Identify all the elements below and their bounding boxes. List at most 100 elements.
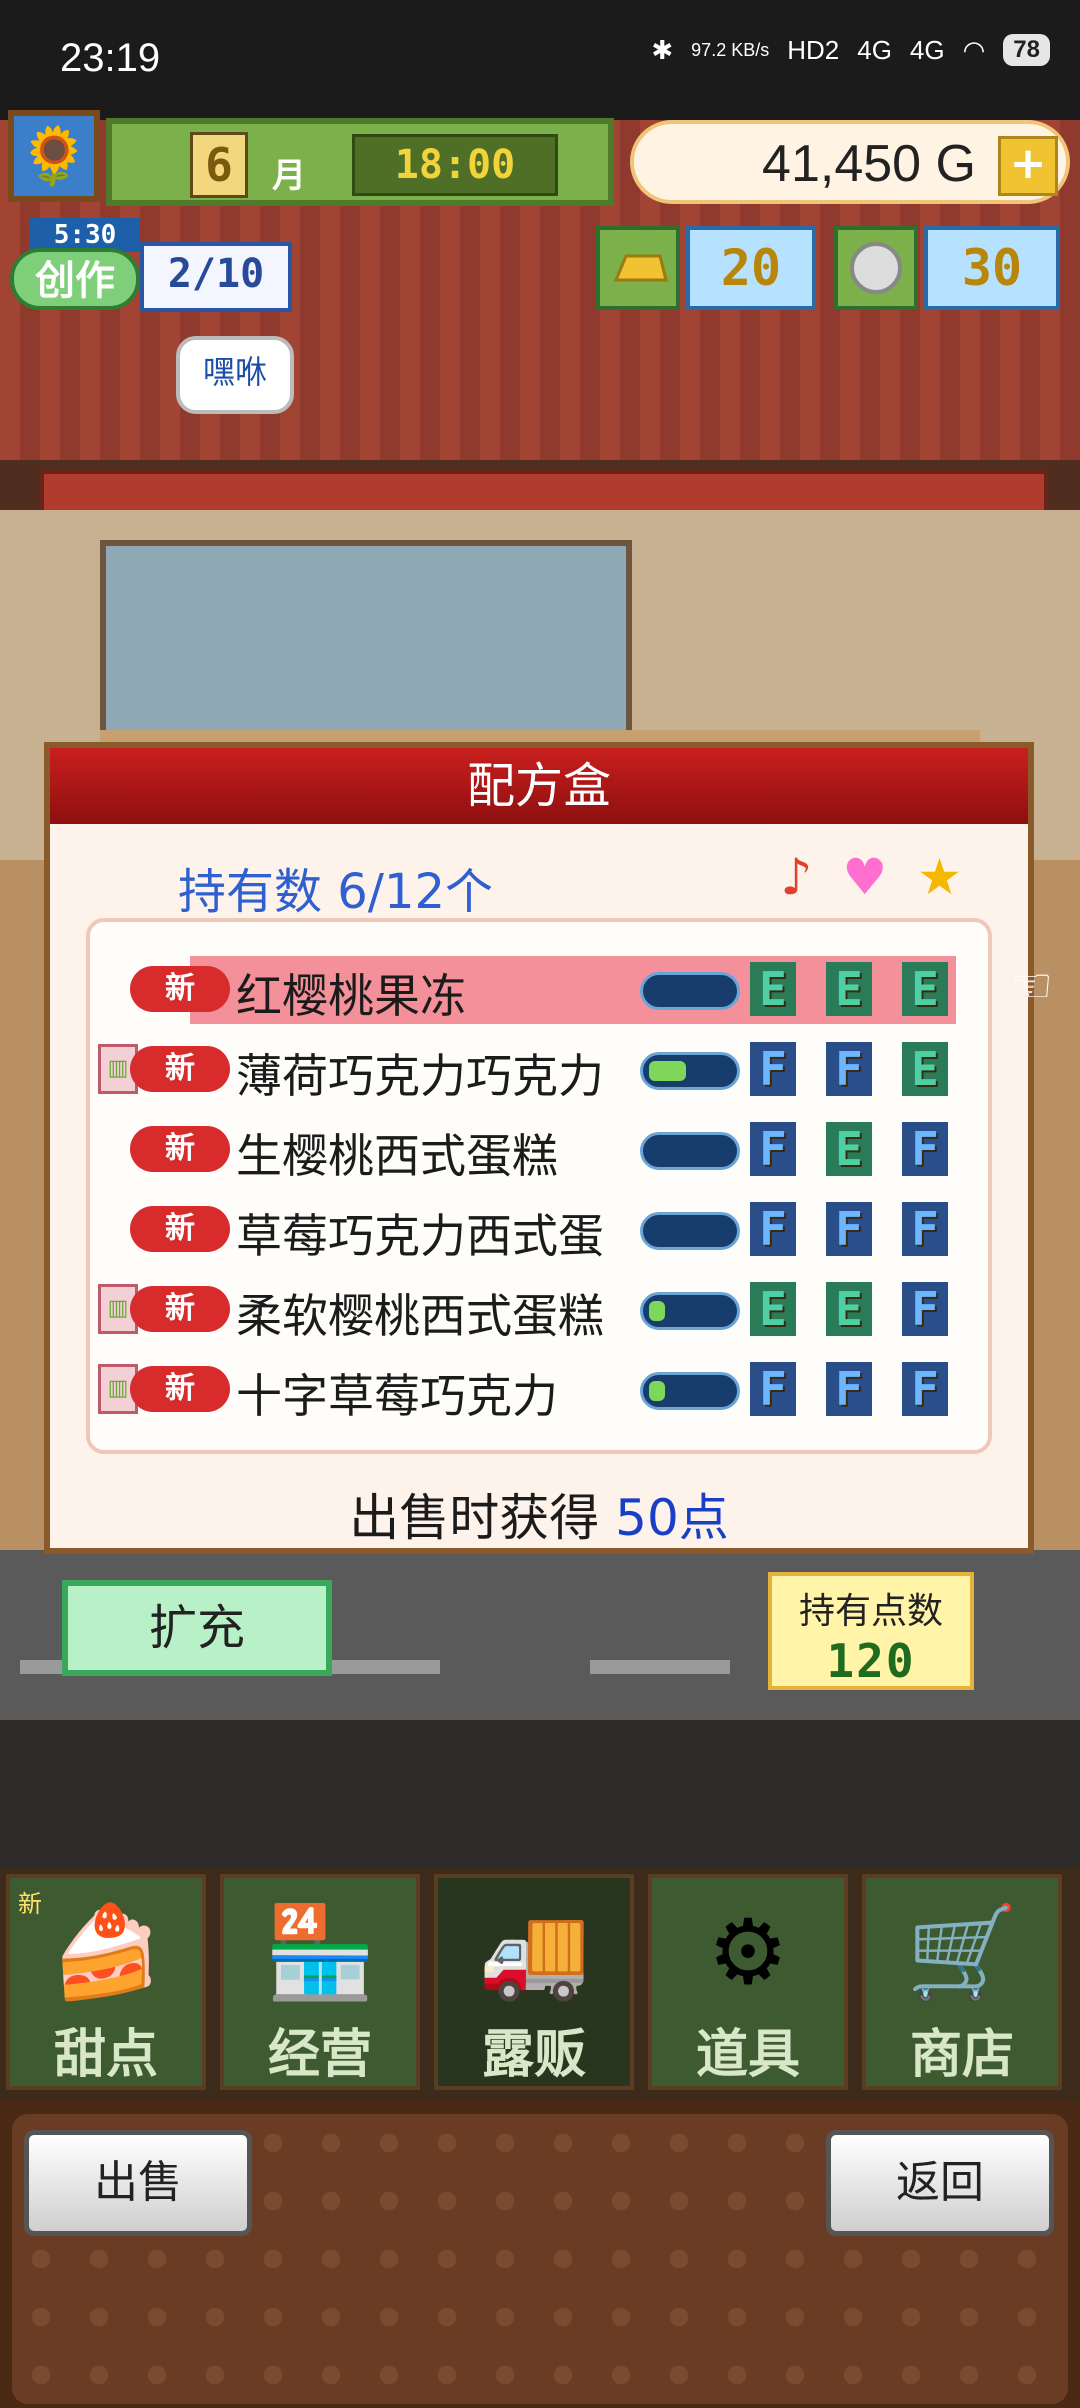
grade-badge: F [750, 1042, 796, 1096]
grade-badge: F [902, 1362, 948, 1416]
game-clock: 18:00 [352, 134, 558, 196]
money-panel: 41,450 G + [630, 120, 1070, 204]
nav-item-0[interactable]: 新 🍰 甜点 [6, 1874, 206, 2090]
recipe-row[interactable]: ▥ 新薄荷巧克力巧克力 F F E [98, 1036, 990, 1104]
date-panel: 6 月 18:00 [106, 118, 614, 206]
month-label: 月 [272, 156, 306, 196]
grade-badge: F [750, 1362, 796, 1416]
money-amount: 41,450 G [762, 135, 976, 193]
grade-badge: F [826, 1042, 872, 1096]
star-icon: ★ [917, 848, 962, 906]
recipe-gauge [640, 1132, 740, 1170]
grade-badge: F [902, 1122, 948, 1176]
owned-count: 持有数 6/12个 [178, 864, 494, 920]
shop-icon: 🏪 [263, 1900, 377, 2005]
nav-item-1[interactable]: 🏪 经营 [220, 1874, 420, 2090]
dialog-title: 配方盒 [50, 748, 1028, 824]
expand-button[interactable]: 扩充 [62, 1580, 332, 1676]
status-bar: 23:19 ✱ 97.2 KB/s HD2 4G 4G ◠ 78 [0, 0, 1080, 120]
battery-indicator: 78 [1003, 34, 1050, 66]
bluetooth-icon: ✱ [651, 34, 674, 65]
new-badge: 新 [130, 1366, 230, 1412]
recipe-list: 新红樱桃果冻 E E E ☜ ▥ 新薄荷巧克力巧克力 F F E 新生樱桃西式蛋糕 F E F 新草莓巧克力… [86, 918, 1053, 1454]
sell-info: 出售时获得 50点 [349, 1489, 729, 1547]
recipe-gauge [640, 1372, 740, 1410]
shop-window [100, 540, 632, 752]
bottom-nav: 新 🍰 甜点 🏪 经营 🚚 露贩 ⚙ 道具 🛒 商店 [0, 1868, 1080, 2100]
new-badge: 新 [130, 1046, 230, 1092]
nav-label: 露贩 [481, 2025, 586, 2085]
recipe-name: 草莓巧克力西式蛋 [236, 1209, 604, 1263]
hd-icon: HD2 [787, 34, 840, 65]
food-truck-icon: 🚚 [477, 1900, 591, 2005]
recipe-name: 红樱桃果冻 [236, 969, 466, 1023]
grade-badge: F [902, 1282, 948, 1336]
gauge-fill [649, 1301, 665, 1321]
create-status[interactable]: 5:30 创作 2/10 [10, 218, 292, 314]
recipe-name: 生樱桃西式蛋糕 [236, 1129, 558, 1183]
grade-badge: F [750, 1202, 796, 1256]
recipe-name: 柔软樱桃西式蛋糕 [236, 1289, 604, 1343]
gauge-fill [649, 1061, 686, 1081]
gold-count: 20 [686, 226, 816, 310]
season-icon[interactable]: 🌻 [8, 110, 100, 202]
grade-badge: E [750, 1282, 796, 1336]
recipe-box-dialog: 配方盒 持有数 6/12个 ♪ ♥ ★ 新红樱桃果冻 E E E ☜ ▥ 新薄荷巧克力巧克力… [44, 742, 1053, 1554]
status-icons: ✱ 97.2 KB/s HD2 4G 4G ◠ 78 [651, 34, 1050, 66]
recipe-row[interactable]: 新生樱桃西式蛋糕 F E F [110, 1116, 990, 1184]
grade-badge: E [826, 1122, 872, 1176]
points-panel: 持有点数 120 [768, 1572, 974, 1690]
recipe-row[interactable]: ▥ 新柔软樱桃西式蛋糕 E E F [98, 1276, 990, 1344]
nav-label: 经营 [267, 2025, 372, 2085]
pointer-hand-icon: ☜ [1010, 958, 1054, 1014]
grade-badge: F [750, 1122, 796, 1176]
recipe-name: 十字草莓巧克力 [236, 1369, 558, 1423]
nav-item-4[interactable]: 🛒 商店 [862, 1874, 1062, 2090]
new-badge: 新 [130, 1206, 230, 1252]
recipe-gauge [640, 1052, 740, 1090]
month-number: 6 [190, 132, 248, 198]
items-icon: ⚙ [707, 1900, 789, 2005]
sell-button[interactable]: 出售 [24, 2130, 252, 2236]
grade-badge: F [826, 1362, 872, 1416]
grade-badge: E [750, 962, 796, 1016]
status-time: 23:19 [60, 36, 161, 80]
nav-item-2[interactable]: 🚚 露贩 [434, 1874, 634, 2090]
signal-icon-2: 4G [909, 34, 945, 65]
gauge-fill [649, 1381, 665, 1401]
road-line [330, 1660, 440, 1674]
new-badge: 新 [130, 966, 230, 1012]
stat-header-icons: ♪ ♥ ★ [780, 848, 962, 906]
add-money-button[interactable]: + [998, 136, 1058, 196]
speech-bubble: 嘿咻 [176, 336, 294, 414]
network-speed: 97.2 KB/s [691, 39, 770, 60]
gold-bar-icon [596, 226, 680, 310]
create-timer: 5:30 [30, 218, 140, 252]
create-progress: 2/10 [140, 242, 292, 312]
new-badge: 新 [130, 1126, 230, 1172]
recipe-row[interactable]: 新草莓巧克力西式蛋 F F F [110, 1196, 990, 1264]
music-note-icon: ♪ [780, 848, 813, 906]
recipe-row[interactable]: 新红樱桃果冻 E E E ☜ [110, 956, 1053, 1024]
recipe-row[interactable]: ▥ 新十字草莓巧克力 F F F [98, 1356, 990, 1424]
new-badge: 新 [130, 1286, 230, 1332]
nav-label: 道具 [695, 2025, 800, 2085]
back-button[interactable]: 返回 [826, 2130, 1054, 2236]
grade-badge: F [902, 1202, 948, 1256]
recipe-gauge [640, 972, 740, 1010]
grade-badge: E [826, 962, 872, 1016]
points-value: 120 [826, 1634, 916, 1688]
grade-badge: E [902, 962, 948, 1016]
heart-icon: ♥ [842, 848, 888, 906]
create-label: 创作 [10, 248, 140, 310]
recipe-gauge [640, 1292, 740, 1330]
cart-icon: 🛒 [905, 1900, 1019, 2005]
recipe-name: 薄荷巧克力巧克力 [236, 1049, 604, 1103]
grade-badge: E [902, 1042, 948, 1096]
wifi-icon: ◠ [962, 34, 986, 65]
medal-count: 30 [924, 226, 1060, 310]
points-label: 持有点数 [798, 1591, 943, 1632]
medal-icon [834, 226, 918, 310]
cake-icon: 🍰 [49, 1900, 163, 2005]
nav-item-3[interactable]: ⚙ 道具 [648, 1874, 848, 2090]
